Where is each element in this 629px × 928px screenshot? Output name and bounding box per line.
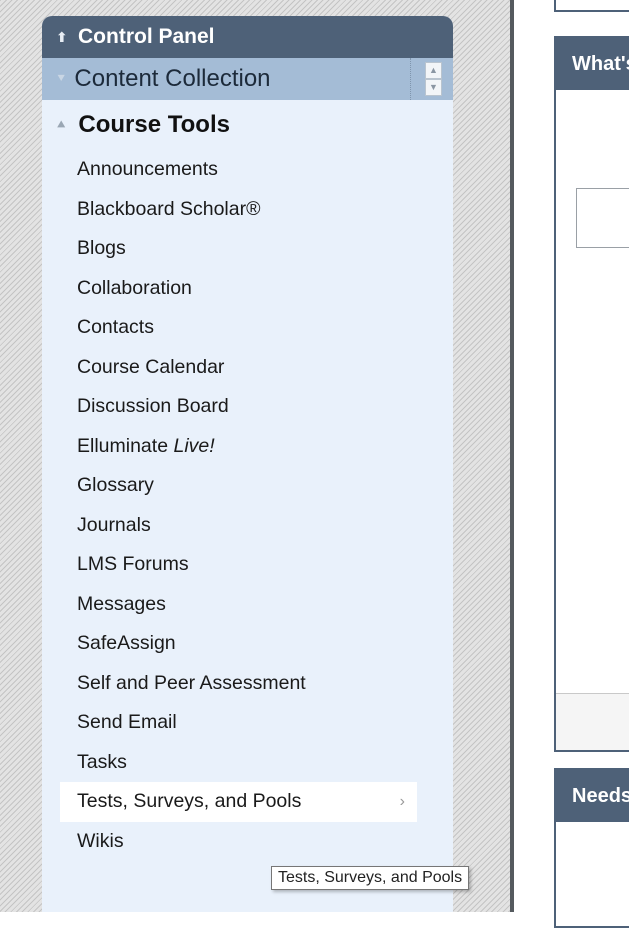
course-tool-label: Tasks bbox=[77, 750, 127, 773]
course-tool-label: Send Email bbox=[77, 711, 177, 733]
module-title[interactable]: What's New bbox=[556, 38, 629, 90]
course-tool-label-italic: Live! bbox=[173, 434, 215, 457]
module-input-field[interactable] bbox=[576, 188, 629, 248]
course-tool-item[interactable]: Blackboard Scholar® bbox=[42, 190, 453, 230]
course-tool-item[interactable]: Send Email bbox=[42, 703, 453, 743]
course-tool-item[interactable]: Tasks bbox=[42, 743, 453, 783]
course-tool-item[interactable]: SafeAssign bbox=[42, 624, 453, 664]
course-tool-item[interactable]: Elluminate Live! bbox=[42, 427, 453, 467]
submenu-arrow-icon[interactable]: › bbox=[400, 782, 405, 822]
scroll-up-arrow-icon[interactable]: ▲ bbox=[425, 62, 442, 79]
course-tool-label: Messages bbox=[77, 592, 166, 615]
course-tools-list: Announcements Blackboard Scholar® Blogs … bbox=[42, 150, 453, 861]
course-tool-label: Blogs bbox=[77, 237, 126, 259]
scroll-down-arrow-icon[interactable]: ▼ bbox=[425, 79, 442, 96]
course-tool-label: Elluminate bbox=[77, 434, 169, 457]
course-tool-item[interactable]: Messages bbox=[42, 585, 453, 625]
expand-chevron-icon[interactable]: ⯆ bbox=[56, 71, 66, 87]
course-tool-label: Discussion Board bbox=[77, 395, 229, 417]
course-tool-label: SafeAssign bbox=[77, 632, 176, 654]
course-tool-label: Glossary bbox=[77, 474, 154, 496]
course-tool-item[interactable]: Journals bbox=[42, 506, 453, 546]
course-tool-item[interactable]: Course Calendar bbox=[42, 348, 453, 388]
course-tool-label: Self and Peer Assessment bbox=[77, 671, 306, 694]
course-tool-item[interactable]: LMS Forums bbox=[42, 545, 453, 585]
course-tool-label: Wikis bbox=[77, 829, 124, 852]
course-tools-header[interactable]: ⯅ Course Tools bbox=[42, 100, 453, 150]
course-tool-item[interactable]: Discussion Board bbox=[42, 387, 453, 427]
course-tool-item[interactable]: Collaboration bbox=[42, 269, 453, 309]
course-tool-item[interactable]: Contacts bbox=[42, 308, 453, 348]
course-tool-item[interactable]: Announcements bbox=[42, 150, 453, 190]
course-tool-label: Contacts bbox=[77, 316, 154, 338]
course-tool-label: Journals bbox=[77, 513, 151, 536]
needs-attention-module: Needs Attention bbox=[554, 768, 629, 928]
course-tool-label: Blackboard Scholar® bbox=[77, 197, 261, 220]
course-tool-label: Collaboration bbox=[77, 276, 192, 299]
course-tool-item[interactable]: Glossary bbox=[42, 466, 453, 506]
content-collection-scroller[interactable]: ▲ ▼ bbox=[410, 58, 453, 100]
course-tool-label: Course Calendar bbox=[77, 355, 225, 378]
control-panel-header[interactable]: ⬆︎ Control Panel bbox=[42, 16, 453, 58]
module-title[interactable]: Needs Attention bbox=[556, 770, 629, 822]
control-panel-title: Control Panel bbox=[78, 25, 215, 48]
collapse-chevron-icon[interactable]: ⯅ bbox=[56, 117, 66, 133]
course-tool-item[interactable]: Self and Peer Assessment bbox=[42, 664, 453, 704]
course-tool-item[interactable]: Blogs bbox=[42, 229, 453, 269]
course-tool-label: Announcements bbox=[77, 158, 218, 180]
course-tool-label: Tests, Surveys, and Pools bbox=[77, 790, 302, 812]
course-tool-label: LMS Forums bbox=[77, 553, 189, 575]
tooltip: Tests, Surveys, and Pools bbox=[271, 866, 470, 890]
course-tool-item-active[interactable]: Tests, Surveys, and Pools › bbox=[60, 782, 417, 822]
content-collection-title: Content Collection bbox=[74, 65, 271, 92]
module-footer bbox=[556, 694, 629, 750]
collapse-chevron-icon[interactable]: ⬆︎ bbox=[56, 29, 70, 46]
control-panel: ⬆︎ Control Panel ⯆ Content Collection ▲ … bbox=[42, 16, 453, 912]
course-tool-item[interactable]: Wikis bbox=[42, 822, 453, 862]
content-collection-header[interactable]: ⯆ Content Collection ▲ ▼ bbox=[42, 58, 453, 100]
module-top-edge bbox=[554, 0, 629, 12]
course-tools-title: Course Tools bbox=[78, 111, 230, 138]
whats-new-module: What's New bbox=[554, 36, 629, 752]
